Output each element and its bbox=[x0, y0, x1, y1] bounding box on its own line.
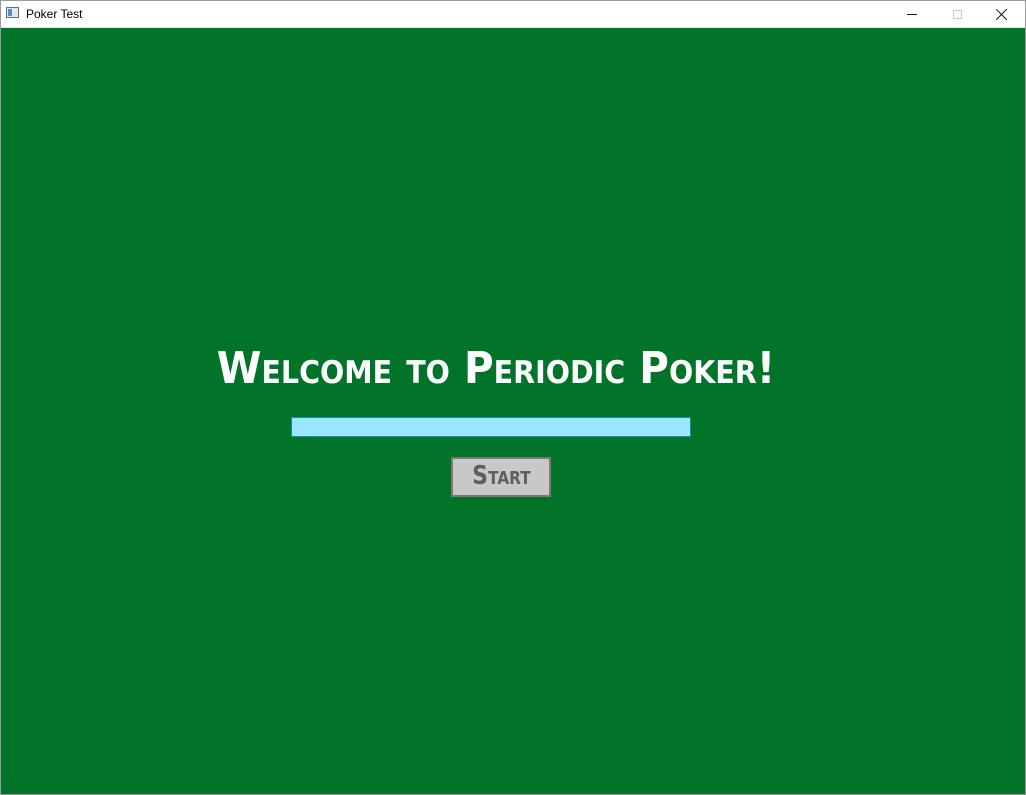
close-button[interactable] bbox=[979, 1, 1025, 27]
minimize-icon bbox=[907, 13, 917, 15]
minimize-button[interactable] bbox=[889, 1, 935, 27]
game-canvas: Welcome to Periodic Poker! Start bbox=[1, 28, 1025, 794]
close-icon bbox=[996, 8, 1008, 20]
start-button[interactable]: Start bbox=[451, 457, 551, 497]
window-title: Poker Test bbox=[26, 7, 83, 21]
app-window: Poker Test Welcome to Periodic Poker! St… bbox=[0, 0, 1026, 795]
maximize-icon bbox=[952, 9, 962, 19]
welcome-title: Welcome to Periodic Poker! bbox=[216, 343, 776, 394]
app-window-icon bbox=[6, 7, 19, 18]
start-button-label: Start bbox=[471, 461, 531, 491]
title-bar[interactable]: Poker Test bbox=[1, 1, 1025, 28]
maximize-button[interactable] bbox=[934, 1, 980, 27]
name-input[interactable] bbox=[291, 417, 691, 437]
